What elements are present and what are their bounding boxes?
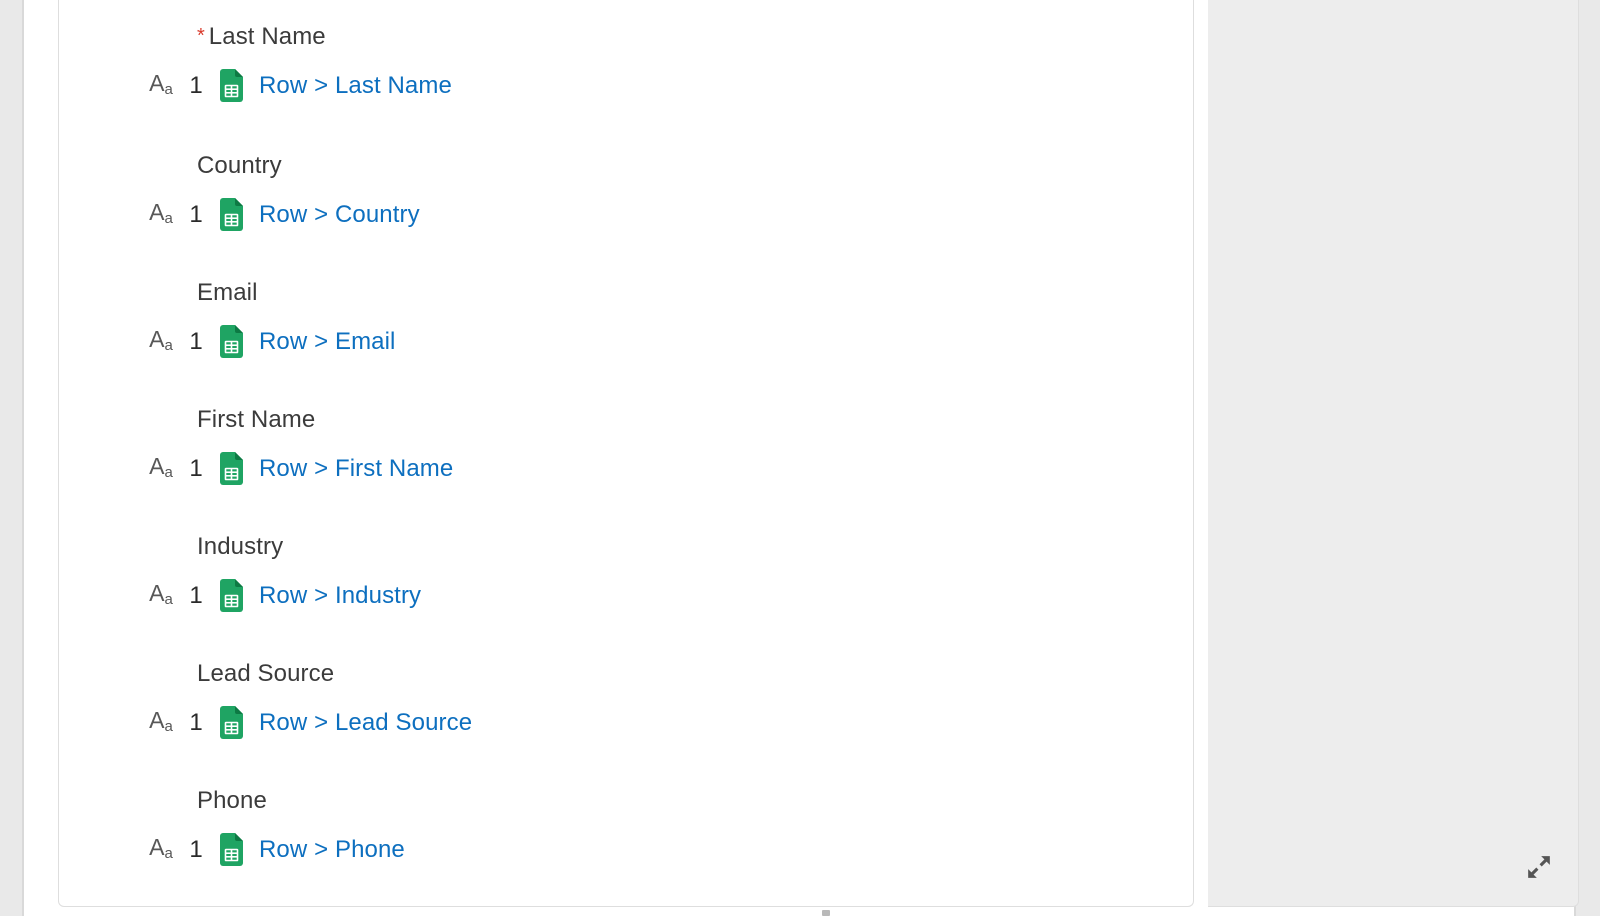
mapping-link[interactable]: Row > Email (259, 328, 395, 356)
required-marker: * (197, 25, 205, 47)
google-sheets-icon (217, 69, 245, 103)
expand-icon (1526, 854, 1552, 880)
field-label: Industry (197, 533, 283, 560)
google-sheets-icon (217, 579, 245, 613)
field-label: Country (197, 152, 282, 179)
step-number: 1 (189, 72, 203, 100)
step-number: 1 (189, 455, 203, 483)
mapping-link[interactable]: Row > Industry (259, 582, 421, 610)
text-type-icon: Aa (147, 455, 175, 483)
field-value-row[interactable]: Aa 1 Row > Industry (147, 579, 421, 613)
google-sheets-icon (217, 833, 245, 867)
step-number: 1 (189, 201, 203, 229)
step-number: 1 (189, 709, 203, 737)
field-label: Email (197, 279, 258, 306)
google-sheets-icon (217, 325, 245, 359)
field-label: Phone (197, 787, 267, 814)
step-number: 1 (189, 328, 203, 356)
field-label-row: *Industry (197, 533, 283, 562)
field-label-row: *Lead Source (197, 660, 334, 689)
text-type-icon: Aa (147, 201, 175, 229)
mapping-link[interactable]: Row > Last Name (259, 72, 452, 100)
text-type-icon: Aa (147, 72, 175, 100)
text-type-icon: Aa (147, 582, 175, 610)
step-number: 1 (189, 836, 203, 864)
field-value-row[interactable]: Aa 1 Row > Phone (147, 833, 405, 867)
field-value-row[interactable]: Aa 1 Row > First Name (147, 452, 453, 486)
expand-button[interactable] (1524, 852, 1554, 882)
field-label-row: *First Name (197, 406, 315, 435)
google-sheets-icon (217, 452, 245, 486)
field-label-row: *Country (197, 152, 282, 181)
text-type-icon: Aa (147, 709, 175, 737)
field-label-row: *Phone (197, 787, 267, 816)
field-label: Last Name (209, 23, 326, 50)
app-frame: *Last Name Aa 1 Row > Last Name *Country… (22, 0, 1576, 916)
resize-handle[interactable] (822, 910, 830, 916)
field-value-row[interactable]: Aa 1 Row > Country (147, 198, 420, 232)
step-number: 1 (189, 582, 203, 610)
side-panel (1208, 0, 1579, 907)
text-type-icon: Aa (147, 836, 175, 864)
field-label-row: *Email (197, 279, 258, 308)
mapping-link[interactable]: Row > Phone (259, 836, 405, 864)
field-value-row[interactable]: Aa 1 Row > Email (147, 325, 395, 359)
mapping-link[interactable]: Row > Lead Source (259, 709, 472, 737)
mapping-link[interactable]: Row > Country (259, 201, 420, 229)
field-value-row[interactable]: Aa 1 Row > Lead Source (147, 706, 472, 740)
field-label: Lead Source (197, 660, 334, 687)
google-sheets-icon (217, 706, 245, 740)
field-value-row[interactable]: Aa 1 Row > Last Name (147, 69, 452, 103)
field-mapping-panel: *Last Name Aa 1 Row > Last Name *Country… (58, 0, 1194, 907)
text-type-icon: Aa (147, 328, 175, 356)
field-label: First Name (197, 406, 315, 433)
google-sheets-icon (217, 198, 245, 232)
field-label-row: *Last Name (197, 23, 326, 52)
mapping-link[interactable]: Row > First Name (259, 455, 453, 483)
